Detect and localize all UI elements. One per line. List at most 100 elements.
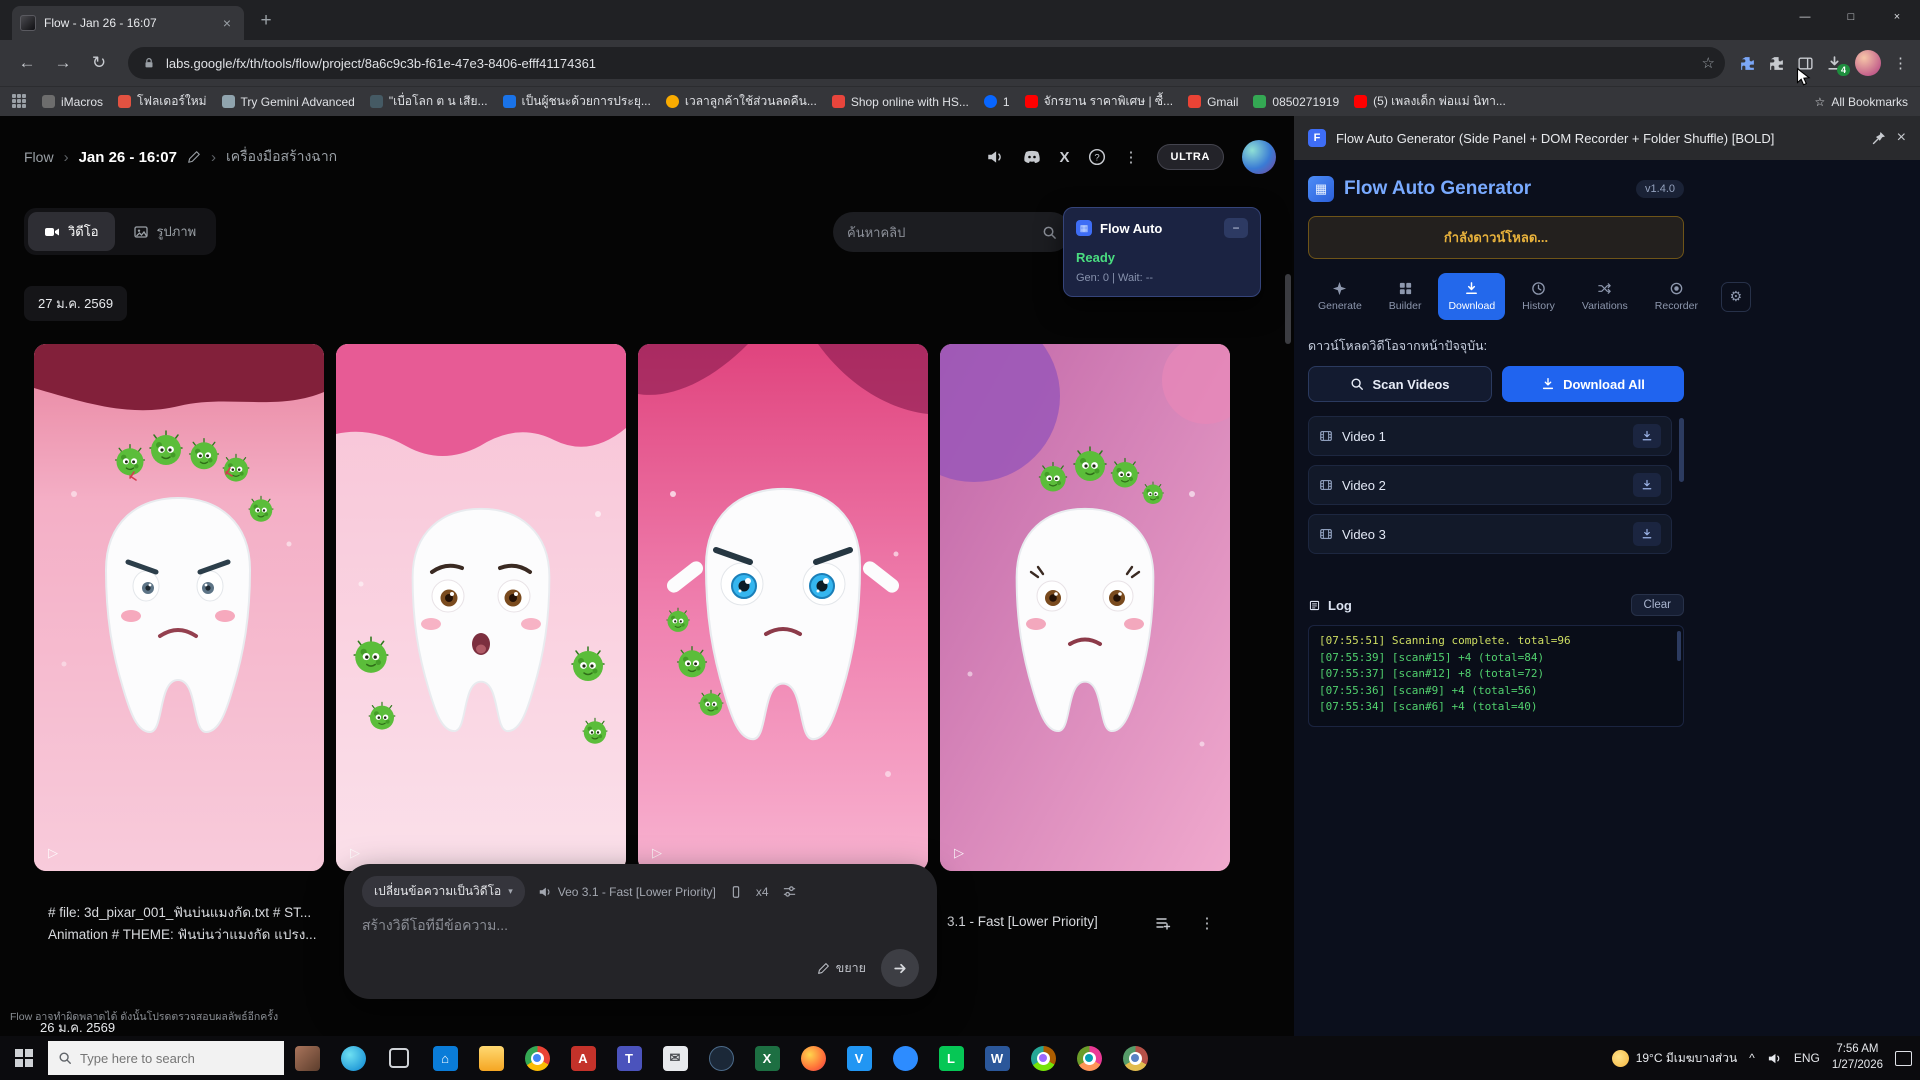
taskbar-app-autocad-icon[interactable]: A — [560, 1036, 606, 1080]
notification-center-icon[interactable] — [1895, 1051, 1912, 1066]
browser-tab[interactable]: Flow - Jan 26 - 16:07 × — [12, 6, 244, 40]
flow-menu-kebab-icon[interactable]: ⋮ — [1124, 148, 1139, 166]
settings-sliders-icon[interactable] — [782, 884, 797, 899]
video-list-item-2[interactable]: Video 2 — [1308, 465, 1672, 505]
model-selector[interactable]: Veo 3.1 - Fast [Lower Priority] — [538, 885, 716, 899]
start-button[interactable] — [0, 1036, 48, 1080]
bookmark-item[interactable]: เวลาลูกค้าใช้ส่วนลดคืน... — [666, 92, 817, 111]
bookmark-item[interactable]: 0850271919 — [1253, 95, 1339, 109]
forward-button[interactable]: → — [48, 48, 78, 78]
video-card-4[interactable]: ▷ — [940, 344, 1230, 871]
tab-recorder[interactable]: Recorder — [1645, 273, 1708, 320]
pin-icon[interactable] — [1871, 130, 1887, 146]
aspect-ratio-icon[interactable] — [729, 885, 743, 899]
tab-image[interactable]: รูปภาพ — [117, 212, 213, 251]
taskbar-search[interactable] — [48, 1041, 284, 1075]
volume-icon[interactable] — [1767, 1051, 1782, 1066]
taskbar-chrome-profile-3-icon[interactable] — [1112, 1036, 1158, 1080]
bookmark-shop[interactable]: Shop online with HS... — [832, 95, 969, 109]
pinned-extension-icon[interactable] — [1739, 55, 1756, 72]
apps-grid-icon[interactable] — [12, 94, 27, 109]
download-video-button[interactable] — [1633, 522, 1661, 546]
bookmark-gemini[interactable]: Try Gemini Advanced — [222, 95, 355, 109]
extension-settings-button[interactable]: ⚙ — [1721, 282, 1751, 312]
clear-log-button[interactable]: Clear — [1631, 594, 1684, 616]
taskbar-app-steam-icon[interactable] — [698, 1036, 744, 1080]
scrollbar-thumb[interactable] — [1285, 274, 1291, 344]
taskbar-app-teams-icon[interactable]: T — [606, 1036, 652, 1080]
bookmark-item[interactable]: "เบื่อโลก ต น เสีย... — [370, 92, 488, 111]
taskbar-app-code-icon[interactable]: V — [836, 1036, 882, 1080]
taskbar-app-word-icon[interactable]: W — [974, 1036, 1020, 1080]
address-bar[interactable]: labs.google/fx/th/tools/flow/project/8a6… — [128, 47, 1725, 79]
download-video-button[interactable] — [1633, 424, 1661, 448]
breadcrumb-flow[interactable]: Flow — [24, 149, 54, 165]
sound-icon[interactable] — [986, 148, 1004, 166]
scrollbar-thumb[interactable] — [1679, 418, 1684, 482]
clip-search-input[interactable] — [847, 225, 1032, 240]
taskbar-app-mail-icon[interactable]: ✉ — [652, 1036, 698, 1080]
x-twitter-icon[interactable]: X — [1060, 149, 1070, 166]
tab-download[interactable]: Download — [1438, 273, 1505, 320]
tab-history[interactable]: History — [1512, 273, 1565, 320]
mode-selector[interactable]: เปลี่ยนข้อความเป็นวิดีโอ ▾ — [362, 876, 525, 907]
taskbar-task-view-icon[interactable] — [376, 1036, 422, 1080]
tab-generate[interactable]: Generate — [1308, 273, 1372, 320]
taskbar-pinned-photo-icon[interactable] — [284, 1036, 330, 1080]
play-icon[interactable]: ▷ — [652, 845, 662, 861]
language-indicator[interactable]: ENG — [1794, 1051, 1820, 1065]
reload-button[interactable]: ↻ — [84, 48, 114, 78]
discord-icon[interactable] — [1022, 149, 1042, 165]
download-all-button[interactable]: Download All — [1502, 366, 1684, 402]
side-panel-close-icon[interactable]: × — [1897, 129, 1906, 147]
taskbar-app-edge-icon[interactable] — [330, 1036, 376, 1080]
bookmark-star-icon[interactable]: ☆ — [1702, 54, 1715, 72]
play-icon[interactable]: ▷ — [48, 845, 58, 861]
tab-close-icon[interactable]: × — [218, 14, 236, 32]
expand-button[interactable]: ขยาย — [817, 958, 866, 978]
submit-prompt-button[interactable] — [881, 949, 919, 987]
new-tab-button[interactable]: + — [252, 7, 280, 35]
window-minimize-button[interactable]: — — [1782, 0, 1828, 34]
tab-variations[interactable]: Variations — [1572, 273, 1638, 320]
browser-profile-avatar[interactable] — [1855, 50, 1881, 76]
widget-minimize-button[interactable]: − — [1224, 218, 1248, 238]
weather-widget[interactable]: 19°C มีเมฆบางส่วน — [1612, 1049, 1737, 1068]
taskbar-app-line-icon[interactable]: L — [928, 1036, 974, 1080]
browser-menu-kebab-icon[interactable]: ⋮ — [1893, 54, 1908, 72]
bookmark-item[interactable]: 1 — [984, 95, 1010, 109]
taskbar-chrome-profile-2-icon[interactable] — [1066, 1036, 1112, 1080]
taskbar-app-zoom-icon[interactable] — [882, 1036, 928, 1080]
taskbar-app-firefox-icon[interactable] — [790, 1036, 836, 1080]
window-maximize-button[interactable]: □ — [1828, 0, 1874, 34]
taskbar-search-input[interactable] — [80, 1051, 274, 1066]
clip-search[interactable] — [833, 212, 1071, 252]
video-card-3[interactable]: ▷ — [638, 344, 928, 871]
video-list-item-1[interactable]: Video 1 — [1308, 416, 1672, 456]
all-bookmarks-button[interactable]: ☆All Bookmarks — [1815, 95, 1908, 109]
bookmark-imacros[interactable]: iMacros — [42, 95, 103, 109]
bookmark-item[interactable]: (5) เพลงเด็ก พ่อแม่ นิทา... — [1354, 92, 1506, 111]
add-to-list-button[interactable] — [1148, 908, 1178, 938]
tab-builder[interactable]: Builder — [1379, 273, 1432, 320]
play-icon[interactable]: ▷ — [350, 845, 360, 861]
window-close-button[interactable]: × — [1874, 0, 1920, 34]
flow-auto-widget[interactable]: ▦ Flow Auto − Ready Gen: 0 | Wait: -- — [1063, 207, 1261, 297]
edit-title-icon[interactable] — [187, 150, 201, 164]
output-count[interactable]: x4 — [756, 885, 769, 899]
clip-menu-kebab-icon[interactable]: ⋮ — [1192, 908, 1222, 938]
play-icon[interactable]: ▷ — [954, 845, 964, 861]
bookmark-new-folder[interactable]: โฟลเดอร์ใหม่ — [118, 92, 207, 111]
scrollbar-thumb[interactable] — [1677, 631, 1681, 661]
flow-auto-widget-header[interactable]: ▦ Flow Auto − — [1064, 208, 1260, 248]
bookmark-item[interactable]: เป็นผู้ชนะด้วยการประยุ... — [503, 92, 651, 111]
taskbar-app-excel-icon[interactable]: X — [744, 1036, 790, 1080]
log-console[interactable]: [07:55:51] Scanning complete. total=96 [… — [1308, 625, 1684, 727]
help-icon[interactable] — [1088, 148, 1106, 166]
downloads-button[interactable]: 4 — [1826, 55, 1843, 72]
tab-video[interactable]: วิดีโอ — [28, 212, 115, 251]
taskbar-app-chrome-icon[interactable] — [514, 1036, 560, 1080]
prompt-input[interactable] — [362, 917, 919, 933]
flow-user-avatar[interactable] — [1242, 140, 1276, 174]
taskbar-app-store-icon[interactable]: ⌂ — [422, 1036, 468, 1080]
